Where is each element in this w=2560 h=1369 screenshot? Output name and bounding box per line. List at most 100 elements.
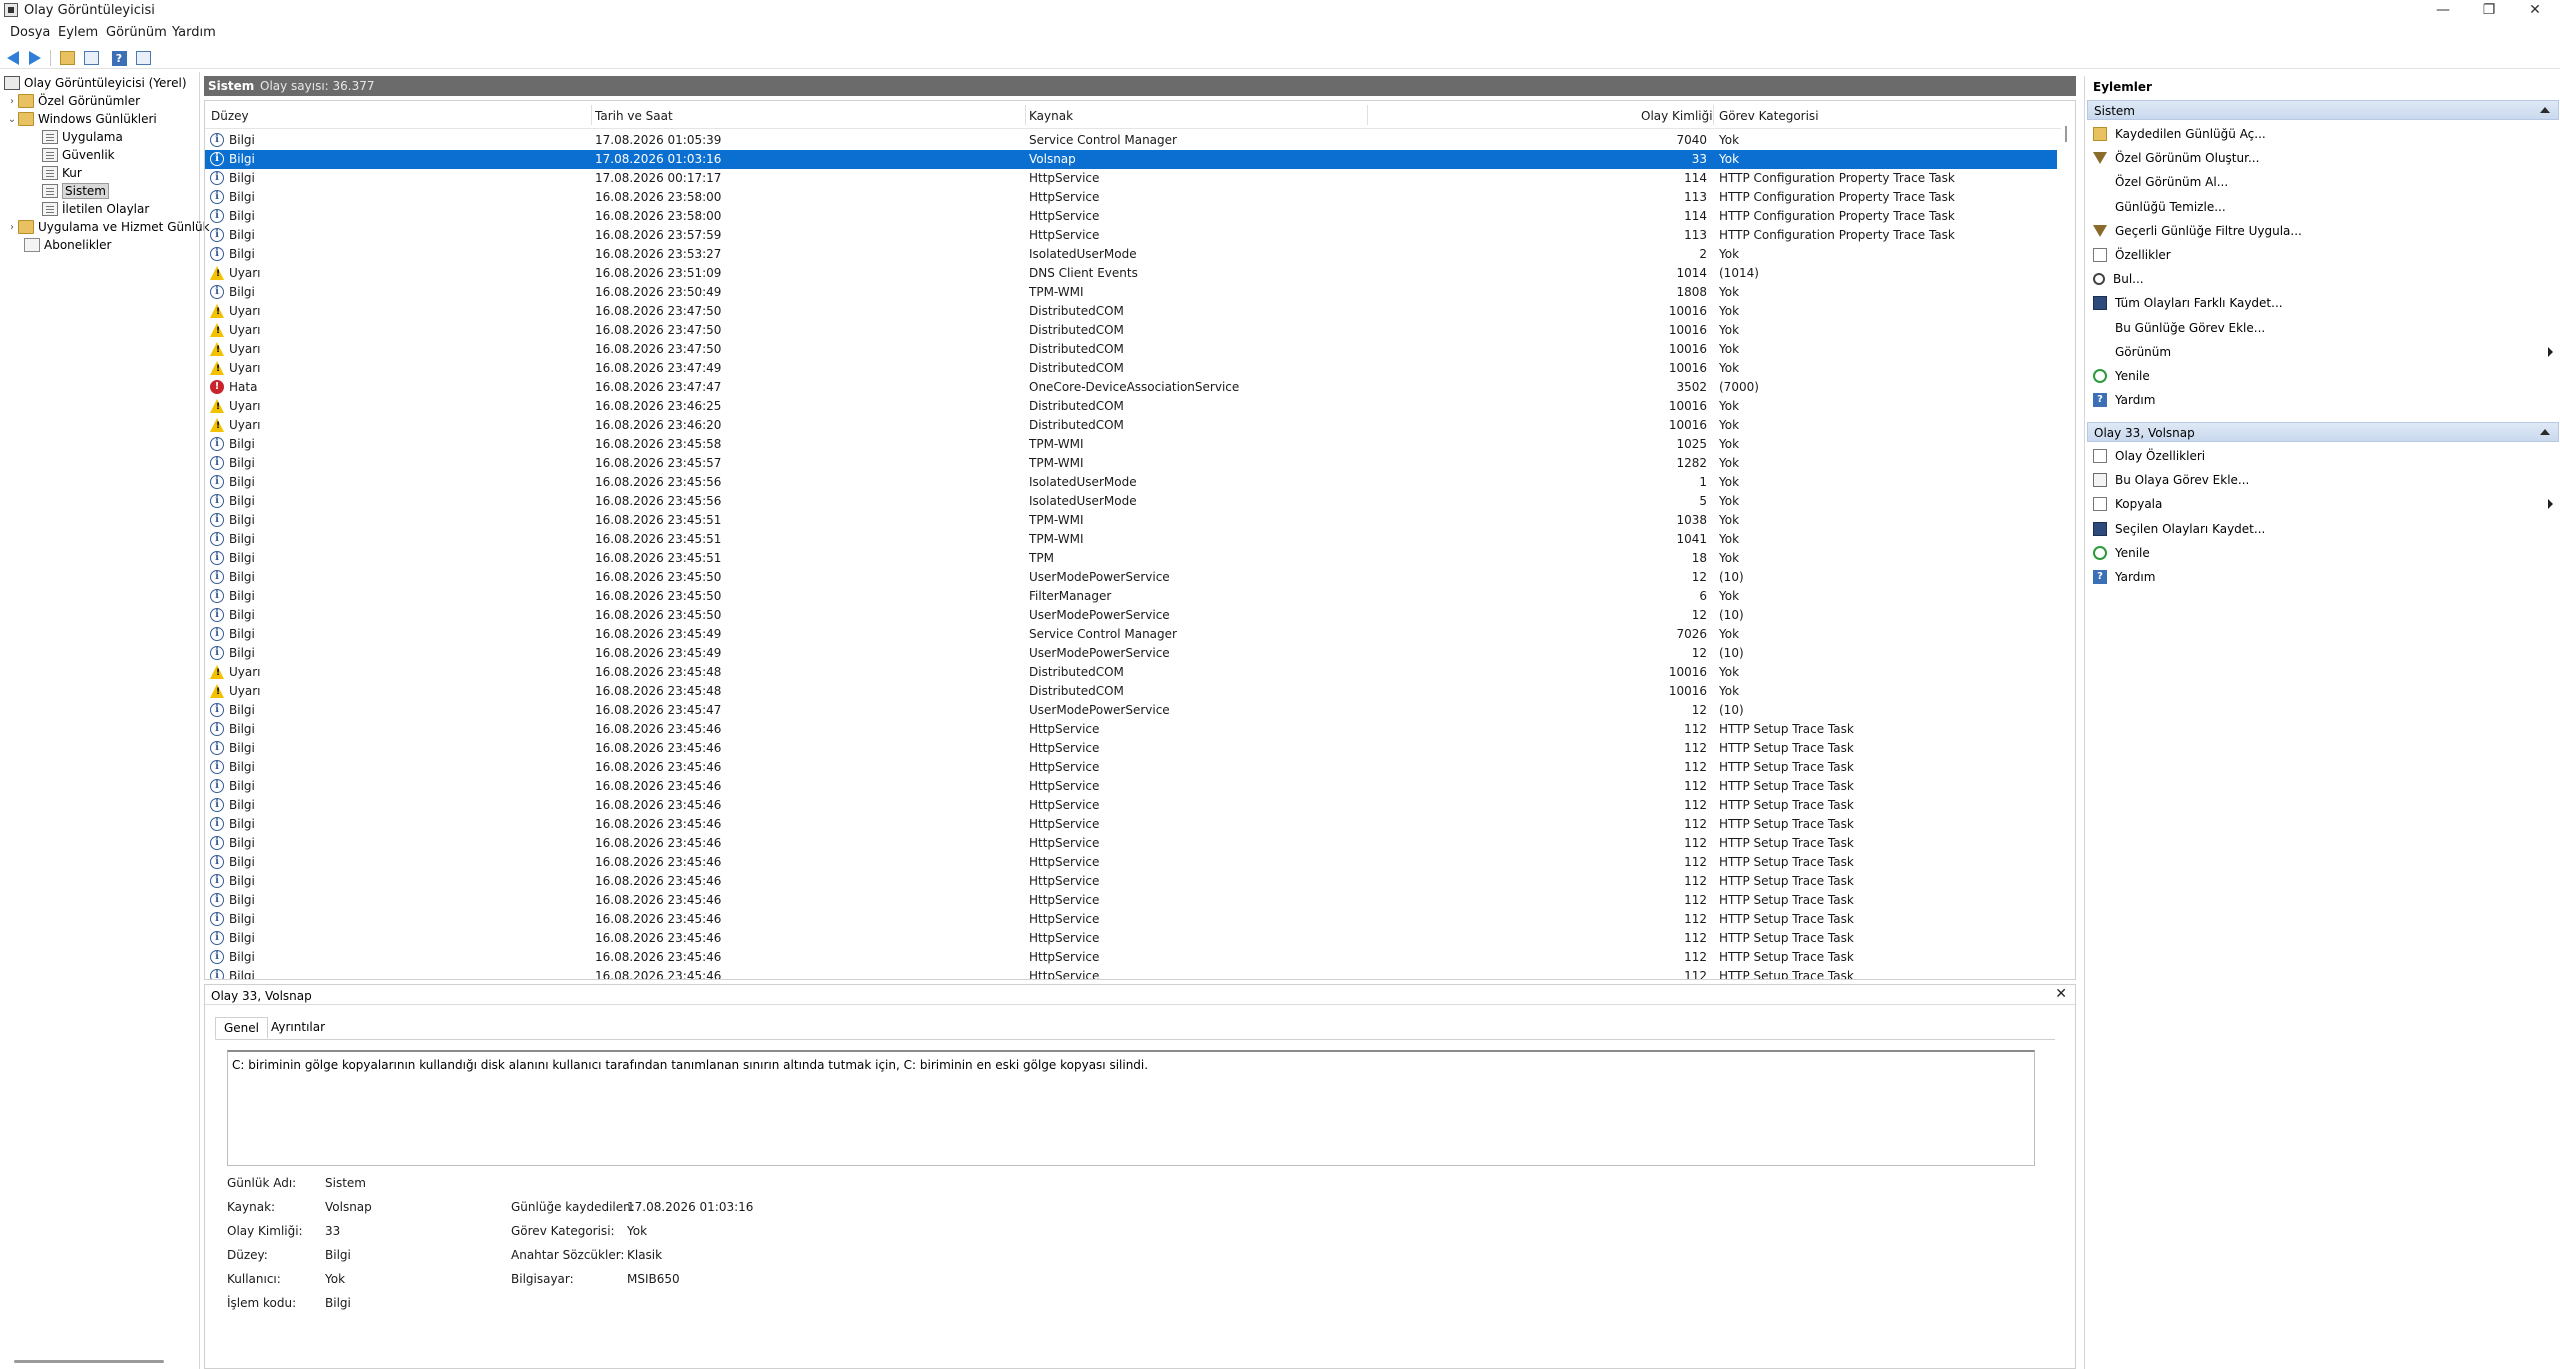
- column-header-level[interactable]: Düzey: [211, 109, 249, 123]
- action-item[interactable]: Özel Görünüm Oluştur...: [2093, 148, 2557, 168]
- action-item[interactable]: Yenile: [2093, 366, 2557, 386]
- table-row[interactable]: i Bilgi 16.08.2026 23:45:46 HttpService 112 H…: [205, 872, 2057, 891]
- table-row[interactable]: i Bilgi 16.08.2026 23:45:46 HttpService 112 H…: [205, 853, 2057, 872]
- table-row[interactable]: i Bilgi 16.08.2026 23:45:46 HttpService 112 H…: [205, 815, 2057, 834]
- action-item[interactable]: ? Yardım: [2093, 390, 2557, 410]
- table-row[interactable]: i Bilgi 16.08.2026 23:45:51 TPM 18 Yok: [205, 549, 2057, 568]
- column-divider[interactable]: [1025, 105, 1026, 125]
- action-item[interactable]: Günlüğü Temizle...: [2093, 197, 2557, 217]
- table-row[interactable]: i Bilgi 16.08.2026 23:45:50 UserModePowerSe…: [205, 606, 2057, 625]
- table-row[interactable]: i Bilgi 16.08.2026 23:45:47 UserModePowerSe…: [205, 701, 2057, 720]
- forward-button[interactable]: [26, 49, 44, 67]
- minimize-button[interactable]: —: [2420, 0, 2466, 20]
- back-button[interactable]: [4, 49, 22, 67]
- table-row[interactable]: i Bilgi 16.08.2026 23:45:46 HttpService 112 H…: [205, 720, 2057, 739]
- action-item[interactable]: Bu Olaya Görev Ekle...: [2093, 470, 2557, 490]
- collapse-triangle-icon[interactable]: [2540, 429, 2550, 435]
- tab-general[interactable]: Genel: [215, 1017, 269, 1039]
- action-item[interactable]: Görünüm: [2093, 342, 2557, 362]
- action-item[interactable]: Bul...: [2093, 269, 2557, 289]
- scrollbar-thumb[interactable]: [2065, 126, 2067, 142]
- tab-details[interactable]: Ayrıntılar: [263, 1017, 333, 1039]
- tree-subscriptions[interactable]: Abonelikler: [24, 236, 111, 254]
- up-one-level-button[interactable]: [58, 49, 76, 67]
- tree-log-forwarded[interactable]: İletilen Olaylar: [42, 200, 149, 218]
- table-row[interactable]: i Bilgi 16.08.2026 23:45:46 HttpService 112 H…: [205, 796, 2057, 815]
- tree-root[interactable]: Olay Görüntüleyicisi (Yerel): [4, 74, 187, 92]
- menu-view[interactable]: Görünüm: [106, 25, 167, 40]
- table-row[interactable]: i Bilgi 16.08.2026 23:57:59 HttpService 113 H…: [205, 226, 2057, 245]
- action-item[interactable]: Özel Görünüm Al...: [2093, 172, 2557, 192]
- table-row[interactable]: ! Uyarı 16.08.2026 23:51:09 DNS Client Even…: [205, 264, 2057, 283]
- table-row[interactable]: i Bilgi 17.08.2026 01:05:39 Service Control…: [205, 131, 2057, 150]
- table-row[interactable]: i Bilgi 16.08.2026 23:45:50 UserModePowerSe…: [205, 568, 2057, 587]
- table-row[interactable]: ! Uyarı 16.08.2026 23:47:50 DistributedCOM 1…: [205, 321, 2057, 340]
- events-vertical-scrollbar[interactable]: [2062, 104, 2070, 974]
- table-row[interactable]: i Bilgi 16.08.2026 23:50:49 TPM-WMI 1808 Yok: [205, 283, 2057, 302]
- table-row[interactable]: i Bilgi 16.08.2026 23:45:46 HttpService 112 H…: [205, 948, 2057, 967]
- close-window-button[interactable]: ✕: [2512, 0, 2558, 20]
- column-header-source[interactable]: Kaynak: [1029, 109, 1073, 123]
- actions-section-event[interactable]: Olay 33, Volsnap: [2087, 422, 2559, 442]
- action-item[interactable]: Geçerli Günlüğe Filtre Uygula...: [2093, 221, 2557, 241]
- show-hide-action-pane-button[interactable]: [134, 49, 152, 67]
- chevron-down-icon[interactable]: ⌄: [6, 113, 18, 125]
- table-row[interactable]: i Bilgi 16.08.2026 23:45:46 HttpService 112 H…: [205, 777, 2057, 796]
- table-row[interactable]: i Bilgi 16.08.2026 23:45:49 UserModePowerSe…: [205, 644, 2057, 663]
- table-row[interactable]: ! Uyarı 16.08.2026 23:46:20 DistributedCOM 1…: [205, 416, 2057, 435]
- maximize-button[interactable]: ❐: [2466, 0, 2512, 20]
- table-row[interactable]: ! Uyarı 16.08.2026 23:47:50 DistributedCOM 1…: [205, 302, 2057, 321]
- table-row[interactable]: i Bilgi 16.08.2026 23:45:51 TPM-WMI 1041 Yok: [205, 530, 2057, 549]
- table-row[interactable]: ! Uyarı 16.08.2026 23:47:50 DistributedCOM 1…: [205, 340, 2057, 359]
- table-row[interactable]: i Bilgi 16.08.2026 23:58:00 HttpService 114 H…: [205, 207, 2057, 226]
- table-row[interactable]: i Bilgi 16.08.2026 23:45:46 HttpService 112 H…: [205, 834, 2057, 853]
- column-header-event-id[interactable]: Olay Kimliği: [1641, 109, 1713, 123]
- table-row[interactable]: i Bilgi 17.08.2026 00:17:17 HttpService 114 H…: [205, 169, 2057, 188]
- menu-action[interactable]: Eylem: [58, 25, 98, 40]
- tree-log-application[interactable]: Uygulama: [42, 128, 123, 146]
- action-item[interactable]: Olay Özellikleri: [2093, 446, 2557, 466]
- table-row[interactable]: i Bilgi 16.08.2026 23:53:27 IsolatedUserMod…: [205, 245, 2057, 264]
- action-item[interactable]: ? Yardım: [2093, 567, 2557, 587]
- tree-log-setup[interactable]: Kur: [42, 164, 82, 182]
- show-hide-console-tree-button[interactable]: [82, 49, 100, 67]
- table-row[interactable]: i Bilgi 16.08.2026 23:45:51 TPM-WMI 1038 Yok: [205, 511, 2057, 530]
- table-row[interactable]: ! Uyarı 16.08.2026 23:46:25 DistributedCOM 1…: [205, 397, 2057, 416]
- tree-log-security[interactable]: Güvenlik: [42, 146, 115, 164]
- column-divider[interactable]: [1367, 105, 1368, 125]
- chevron-right-icon[interactable]: ›: [6, 95, 18, 107]
- table-row[interactable]: ! Hata 16.08.2026 23:47:47 OneCore-DeviceAs…: [205, 378, 2057, 397]
- tree-windows-logs[interactable]: ⌄ Windows Günlükleri: [6, 110, 157, 128]
- action-item[interactable]: Yenile: [2093, 543, 2557, 563]
- column-header-category[interactable]: Görev Kategorisi: [1719, 109, 1819, 123]
- table-row[interactable]: ! Uyarı 16.08.2026 23:45:48 DistributedCOM 1…: [205, 682, 2057, 701]
- table-row[interactable]: i Bilgi 16.08.2026 23:45:56 IsolatedUserMod…: [205, 473, 2057, 492]
- action-item[interactable]: Kaydedilen Günlüğü Aç...: [2093, 124, 2557, 144]
- tree-horizontal-scrollbar[interactable]: [14, 1360, 164, 1363]
- actions-section-system[interactable]: Sistem: [2087, 100, 2559, 120]
- table-row[interactable]: i Bilgi 16.08.2026 23:45:46 HttpService 112 H…: [205, 891, 2057, 910]
- action-item[interactable]: Bu Günlüğe Görev Ekle...: [2093, 318, 2557, 338]
- event-message[interactable]: C: biriminin gölge kopyalarının kullandı…: [227, 1050, 2035, 1166]
- table-row[interactable]: i Bilgi 16.08.2026 23:45:46 HttpService 112 H…: [205, 739, 2057, 758]
- table-row[interactable]: i Bilgi 16.08.2026 23:45:46 HttpService 112 H…: [205, 967, 2057, 979]
- action-item[interactable]: Tüm Olayları Farklı Kaydet...: [2093, 293, 2557, 313]
- table-row[interactable]: i Bilgi 16.08.2026 23:58:00 HttpService 113 H…: [205, 188, 2057, 207]
- tree-custom-views[interactable]: › Özel Görünümler: [6, 92, 140, 110]
- table-row[interactable]: i Bilgi 16.08.2026 23:45:46 HttpService 112 H…: [205, 910, 2057, 929]
- help-toolbar-button[interactable]: ?: [110, 49, 128, 67]
- column-header-date[interactable]: Tarih ve Saat: [595, 109, 673, 123]
- action-item[interactable]: Seçilen Olayları Kaydet...: [2093, 519, 2557, 539]
- table-row[interactable]: i Bilgi 16.08.2026 23:45:56 IsolatedUserMod…: [205, 492, 2057, 511]
- chevron-right-icon[interactable]: ›: [6, 221, 18, 233]
- menu-file[interactable]: Dosya: [10, 25, 50, 40]
- action-item[interactable]: Özellikler: [2093, 245, 2557, 265]
- column-divider[interactable]: [591, 105, 592, 125]
- table-row[interactable]: i Bilgi 17.08.2026 01:03:16 Volsnap 33 Yok: [205, 150, 2057, 169]
- table-row[interactable]: i Bilgi 16.08.2026 23:45:57 TPM-WMI 1282 Yok: [205, 454, 2057, 473]
- table-row[interactable]: ! Uyarı 16.08.2026 23:45:48 DistributedCOM 1…: [205, 663, 2057, 682]
- table-row[interactable]: i Bilgi 16.08.2026 23:45:49 Service Control…: [205, 625, 2057, 644]
- table-row[interactable]: ! Uyarı 16.08.2026 23:47:49 DistributedCOM 1…: [205, 359, 2057, 378]
- table-row[interactable]: i Bilgi 16.08.2026 23:45:58 TPM-WMI 1025 Yok: [205, 435, 2057, 454]
- close-detail-icon[interactable]: ✕: [2055, 986, 2067, 1002]
